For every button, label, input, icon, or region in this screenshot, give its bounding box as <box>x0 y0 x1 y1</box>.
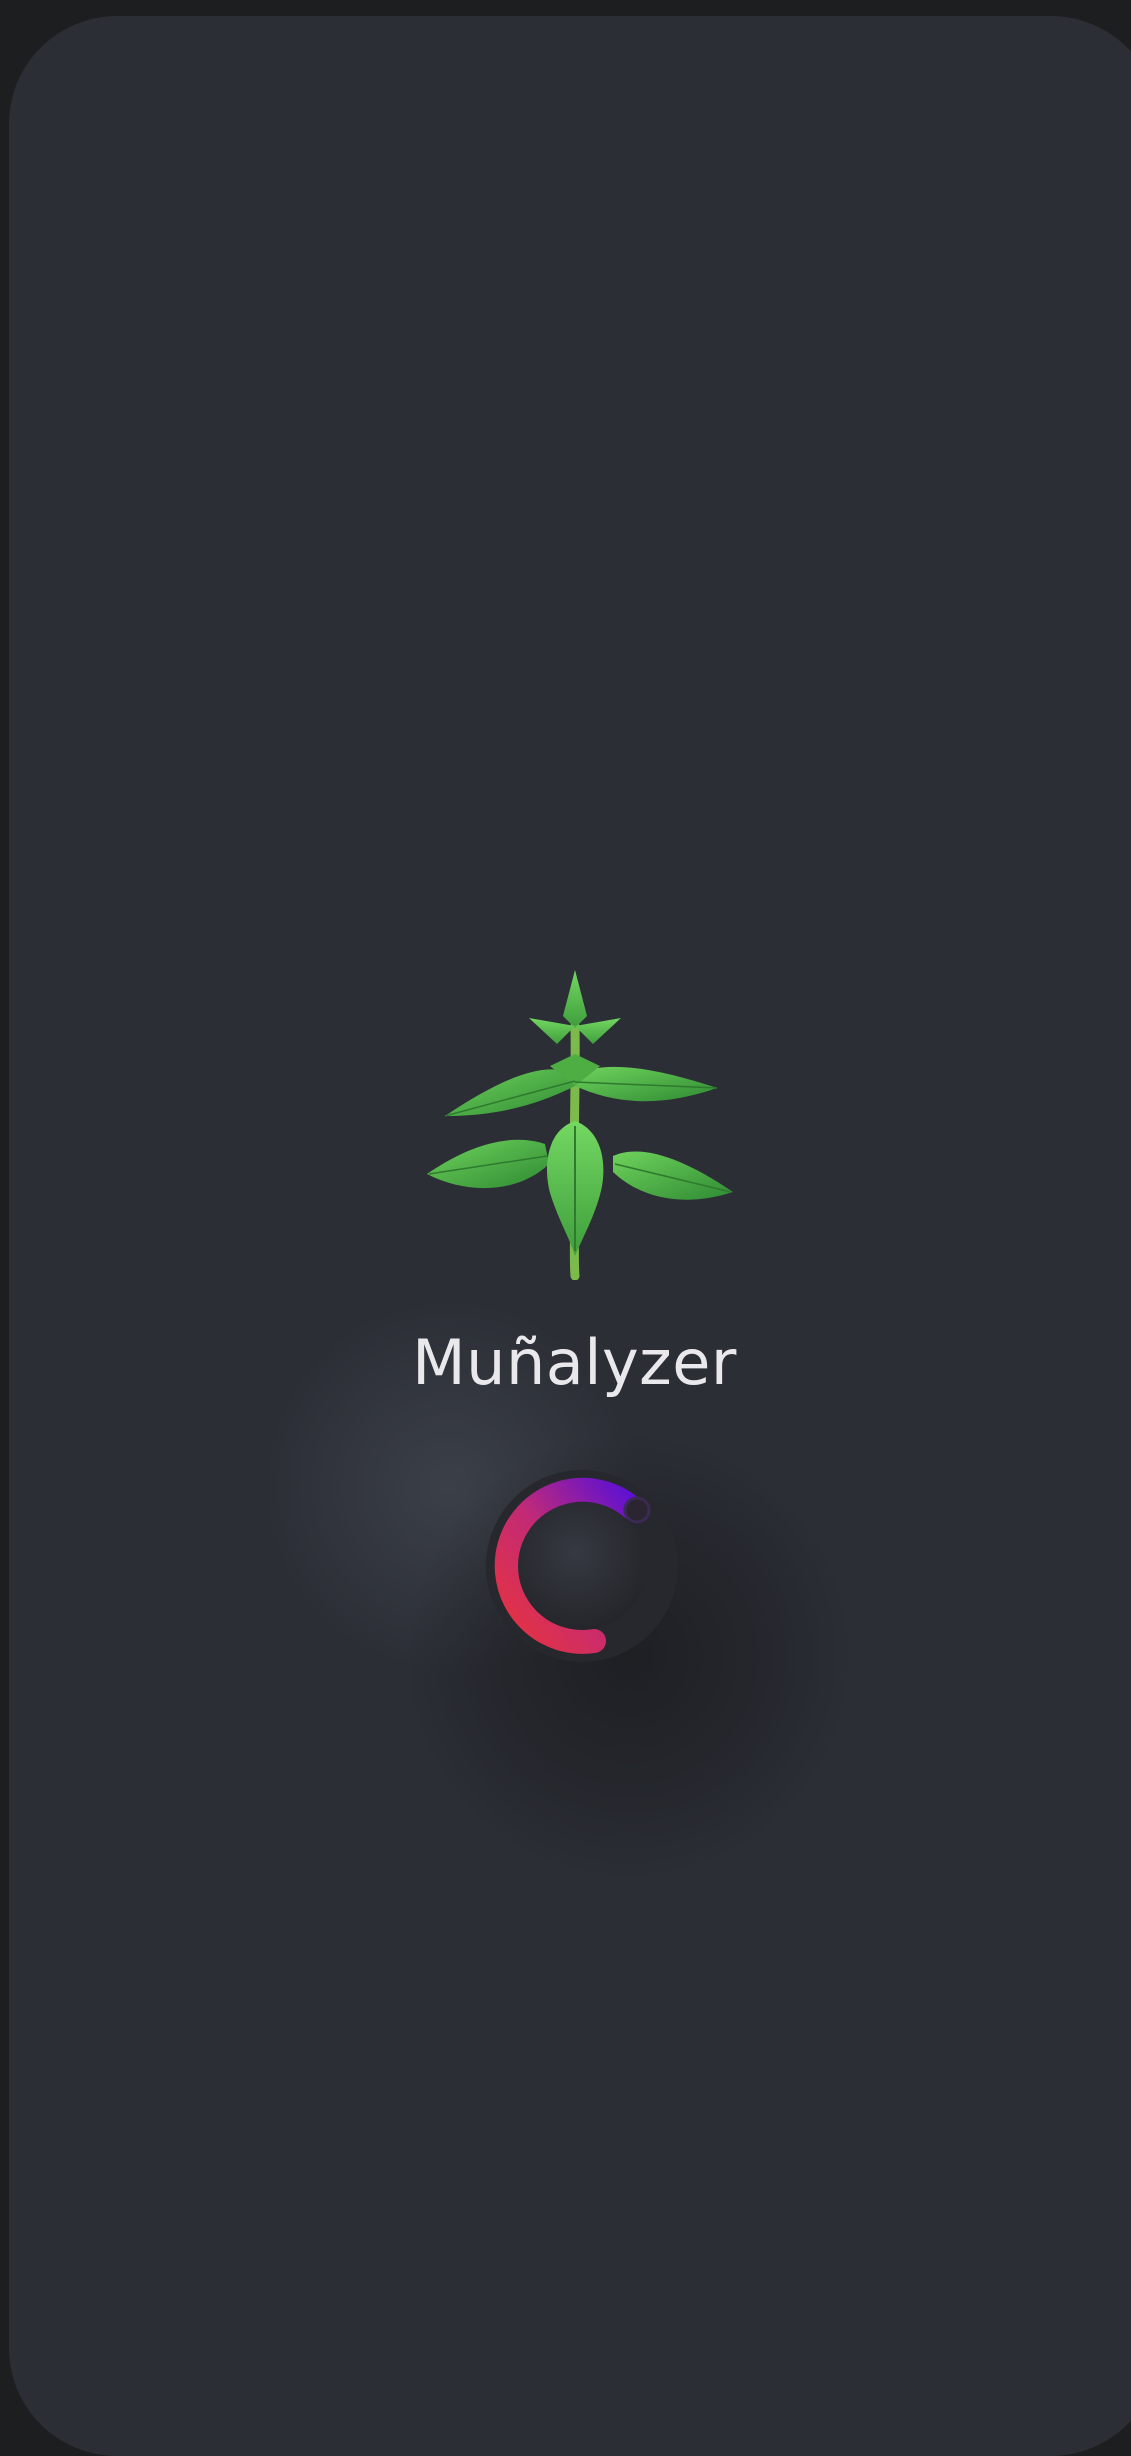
phone-screen: Muñalyzer <box>9 16 1131 2456</box>
nettle-plant-icon <box>427 970 733 1280</box>
app-title: Muñalyzer <box>412 1326 737 1399</box>
splash-screen: Muñalyzer <box>9 16 1131 2452</box>
loading-spinner-icon <box>486 1470 678 1662</box>
